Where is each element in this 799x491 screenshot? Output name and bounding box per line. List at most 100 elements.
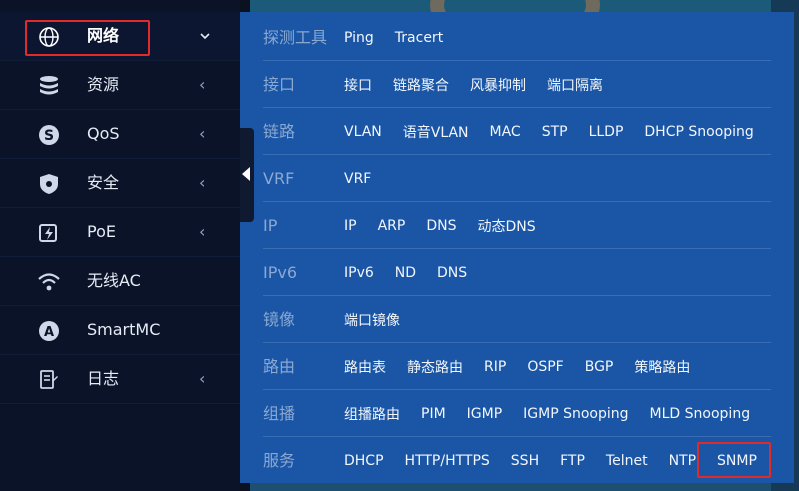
submenu-category: IPv6 (263, 263, 298, 282)
poe-power-icon (36, 221, 62, 245)
link-vrf[interactable]: VRF (344, 171, 371, 187)
sidebar-item-poe[interactable]: PoE ‹ (0, 208, 240, 257)
submenu-links: Ping Tracert (344, 14, 464, 61)
link-vlan[interactable]: VLAN (344, 124, 382, 140)
submenu-links: 路由表 静态路由 RIP OSPF BGP 策略路由 (344, 343, 711, 390)
link-mld-snooping[interactable]: MLD Snooping (650, 406, 751, 422)
submenu-row-interface: 接口 接口 链路聚合 风暴抑制 端口隔离 (263, 61, 771, 108)
link-tracert[interactable]: Tracert (395, 30, 443, 46)
link-port-mirroring[interactable]: 端口镜像 (344, 310, 400, 330)
chevron-down-icon (199, 12, 211, 60)
sidebar-item-resources[interactable]: 资源 ‹ (0, 61, 240, 110)
sidebar-item-label: 日志 (87, 369, 120, 388)
sidebar-item-label: SmartMC (87, 320, 161, 339)
submenu-row-services: 服务 DHCP HTTP/HTTPS SSH FTP Telnet NTP SN… (263, 437, 771, 484)
link-lldp[interactable]: LLDP (589, 124, 624, 140)
link-telnet[interactable]: Telnet (606, 453, 648, 469)
chevron-left-icon: ‹ (199, 369, 206, 388)
submenu-category: VRF (263, 169, 295, 188)
link-pim[interactable]: PIM (421, 406, 446, 422)
link-ip[interactable]: IP (344, 218, 357, 234)
link-link-aggregation[interactable]: 链路聚合 (393, 75, 449, 95)
svg-text:A: A (44, 325, 54, 340)
link-routing-table[interactable]: 路由表 (344, 357, 386, 377)
submenu-row-routing: 路由 路由表 静态路由 RIP OSPF BGP 策略路由 (263, 343, 771, 390)
link-ntp[interactable]: NTP (669, 453, 696, 469)
link-http-https[interactable]: HTTP/HTTPS (405, 453, 490, 469)
sidebar-item-label: QoS (87, 124, 120, 143)
link-dhcp-snooping[interactable]: DHCP Snooping (644, 124, 753, 140)
shield-icon (36, 172, 62, 196)
sidebar-item-security[interactable]: 安全 ‹ (0, 159, 240, 208)
link-ftp[interactable]: FTP (560, 453, 585, 469)
sidebar-item-smartmc[interactable]: A SmartMC (0, 306, 240, 355)
qos-icon: S (36, 123, 62, 147)
submenu-row-multicast: 组播 组播路由 PIM IGMP IGMP Snooping MLD Snoop… (263, 390, 771, 437)
link-ssh[interactable]: SSH (511, 453, 539, 469)
link-mac[interactable]: MAC (490, 124, 521, 140)
submenu-category: 镜像 (263, 310, 296, 329)
link-igmp-snooping[interactable]: IGMP Snooping (523, 406, 628, 422)
link-ping[interactable]: Ping (344, 30, 374, 46)
link-dns[interactable]: DNS (426, 218, 456, 234)
link-dynamic-dns[interactable]: 动态DNS (477, 216, 535, 236)
wifi-icon (36, 270, 62, 294)
submenu-links: 端口镜像 (344, 296, 421, 343)
sidebar-item-label: 资源 (87, 75, 120, 94)
submenu-row-mirroring: 镜像 端口镜像 (263, 296, 771, 343)
link-arp[interactable]: ARP (378, 218, 406, 234)
submenu-links: 接口 链路聚合 风暴抑制 端口隔离 (344, 61, 624, 108)
sidebar-item-label: 无线AC (87, 271, 141, 290)
submenu-category: IP (263, 216, 278, 235)
chevron-left-icon: ‹ (199, 222, 206, 241)
link-policy-routing[interactable]: 策略路由 (634, 357, 690, 377)
link-dhcp[interactable]: DHCP (344, 453, 384, 469)
link-ipv6-dns[interactable]: DNS (437, 265, 467, 281)
link-port-isolation[interactable]: 端口隔离 (547, 75, 603, 95)
submenu-links: VRF (344, 155, 392, 202)
link-stp[interactable]: STP (542, 124, 568, 140)
submenu-category: 服务 (263, 451, 296, 470)
link-rip[interactable]: RIP (484, 359, 506, 375)
link-multicast-routing[interactable]: 组播路由 (344, 404, 400, 424)
submenu-row-probe-tools: 探测工具 Ping Tracert (263, 14, 771, 61)
collapse-panel-handle[interactable] (240, 128, 254, 222)
submenu-row-link: 链路 VLAN 语音VLAN MAC STP LLDP DHCP Snoopin… (263, 108, 771, 155)
log-document-icon (36, 368, 62, 392)
chevron-left-icon: ‹ (199, 75, 206, 94)
highlight-frame (25, 20, 150, 56)
chevron-left-icon: ‹ (199, 124, 206, 143)
submenu-category: 接口 (263, 75, 296, 94)
sidebar: 网络 资源 ‹ S QoS ‹ 安全 ‹ PoE ‹ 无线AC A SmartM… (0, 0, 240, 491)
submenu-row-ipv6: IPv6 IPv6 ND DNS (263, 249, 771, 296)
sidebar-item-log[interactable]: 日志 ‹ (0, 355, 240, 404)
submenu-category: 路由 (263, 357, 296, 376)
submenu-links: IPv6 ND DNS (344, 249, 488, 296)
submenu-row-vrf: VRF VRF (263, 155, 771, 202)
link-ipv6[interactable]: IPv6 (344, 265, 374, 281)
link-interface[interactable]: 接口 (344, 75, 372, 95)
link-storm-control[interactable]: 风暴抑制 (470, 75, 526, 95)
sidebar-item-wireless-ac[interactable]: 无线AC (0, 257, 240, 306)
svg-text:S: S (44, 128, 54, 144)
link-bgp[interactable]: BGP (585, 359, 614, 375)
submenu-links: VLAN 语音VLAN MAC STP LLDP DHCP Snooping (344, 108, 775, 155)
submenu-links: IP ARP DNS 动态DNS (344, 202, 557, 249)
sidebar-item-label: PoE (87, 222, 116, 241)
submenu-category: 链路 (263, 122, 296, 141)
submenu-category: 组播 (263, 404, 296, 423)
chevron-left-icon: ‹ (199, 173, 206, 192)
caret-left-icon (242, 167, 250, 181)
submenu-category: 探测工具 (263, 28, 328, 47)
link-nd[interactable]: ND (395, 265, 416, 281)
link-voice-vlan[interactable]: 语音VLAN (403, 122, 469, 142)
submenu-row-ip: IP IP ARP DNS 动态DNS (263, 202, 771, 249)
link-static-routing[interactable]: 静态路由 (407, 357, 463, 377)
sidebar-item-qos[interactable]: S QoS ‹ (0, 110, 240, 159)
database-icon (36, 74, 62, 98)
link-igmp[interactable]: IGMP (467, 406, 503, 422)
submenu-links: 组播路由 PIM IGMP IGMP Snooping MLD Snooping (344, 390, 771, 437)
highlight-frame (697, 442, 771, 478)
sidebar-item-label: 安全 (87, 173, 120, 192)
link-ospf[interactable]: OSPF (527, 359, 563, 375)
